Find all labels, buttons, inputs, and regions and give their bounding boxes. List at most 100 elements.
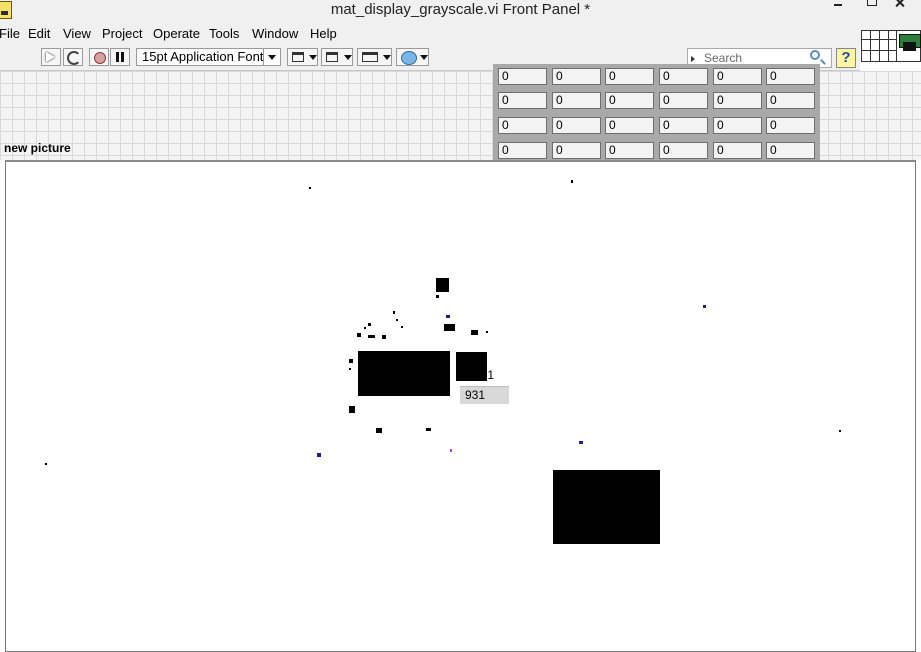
context-help-icon[interactable]: ? (836, 48, 856, 68)
picture-blob (396, 319, 398, 321)
matrix-cell[interactable]: 0 (605, 68, 654, 85)
matrix-cell[interactable]: 0 (659, 68, 708, 85)
title-bar: mat_display_grayscale.vi Front Panel * (0, 0, 921, 22)
chevron-down-icon (383, 55, 391, 60)
picture-blob (382, 335, 386, 339)
picture-blob (376, 428, 382, 433)
run-arrow-icon (46, 52, 55, 62)
matrix-cell[interactable]: 0 (605, 92, 654, 109)
picture-blob (364, 327, 366, 329)
matrix-cell[interactable]: 0 (498, 92, 547, 109)
run-continuously-icon (67, 51, 81, 65)
matrix-cell[interactable]: 0 (605, 117, 654, 134)
matrix-cell[interactable]: 0 (552, 92, 601, 109)
resize-objects-button[interactable] (357, 48, 392, 66)
picture-blob (368, 323, 371, 326)
font-select[interactable]: 15pt Application Font (136, 48, 281, 66)
matrix-cell[interactable]: 0 (713, 68, 762, 85)
chevron-down-icon (268, 55, 276, 60)
matrix-cell[interactable]: 0 (498, 142, 547, 159)
reorder-icon (401, 51, 417, 65)
menu-window[interactable]: Window (252, 26, 298, 41)
matrix-cell[interactable]: 0 (766, 68, 815, 85)
matrix-cell[interactable]: 0 (659, 142, 708, 159)
connector-pane-icon[interactable] (861, 30, 897, 62)
picture-blob (471, 330, 478, 335)
matrix-cell[interactable]: 0 (552, 142, 601, 159)
font-dropdown[interactable] (263, 49, 280, 65)
menu-operate[interactable]: Operate (153, 26, 200, 41)
resize-objects-icon (362, 52, 378, 62)
picture-blob (349, 359, 353, 363)
matrix-cell[interactable]: 0 (605, 142, 654, 159)
picture-blob (45, 463, 47, 465)
search-placeholder: Search (704, 51, 743, 65)
picture-label: new picture (4, 141, 71, 155)
menu-file[interactable]: File (0, 26, 20, 41)
menu-help[interactable]: Help (310, 26, 337, 41)
font-select-value: 15pt Application Font (142, 49, 264, 64)
matrix-cell[interactable]: 0 (766, 117, 815, 134)
picture-blob (358, 351, 450, 396)
indicator-label: ut 1 (474, 368, 495, 382)
matrix-cell[interactable]: 0 (713, 92, 762, 109)
vi-icon[interactable] (896, 30, 921, 62)
chevron-down-icon (420, 55, 428, 60)
picture-blob (444, 324, 455, 331)
picture-blob (703, 305, 706, 308)
maximize-icon[interactable] (864, 0, 878, 10)
matrix-cell[interactable]: 0 (659, 92, 708, 109)
run-continuously-button[interactable] (63, 48, 83, 66)
menu-project[interactable]: Project (102, 26, 142, 41)
distribute-objects-icon (326, 52, 338, 62)
reorder-button[interactable] (396, 48, 429, 66)
picture-blob (349, 406, 355, 413)
pause-icon (116, 52, 124, 62)
matrix-cell[interactable]: 0 (552, 68, 601, 85)
menu-tools[interactable]: Tools (209, 26, 239, 41)
indicator-value[interactable]: 931 (460, 386, 509, 404)
picture-blob (393, 311, 395, 314)
picture-blob (486, 331, 488, 333)
picture-blob (450, 449, 452, 452)
picture-blob (579, 441, 583, 444)
picture-control[interactable] (5, 160, 916, 652)
matrix-cell[interactable]: 0 (498, 68, 547, 85)
menu-view[interactable]: View (63, 26, 91, 41)
pause-button[interactable] (110, 48, 130, 66)
matrix-cell[interactable]: 0 (713, 117, 762, 134)
picture-blob (553, 470, 660, 544)
matrix-cell[interactable]: 0 (713, 142, 762, 159)
matrix-cell[interactable]: 0 (766, 92, 815, 109)
align-objects-button[interactable] (287, 48, 318, 66)
chevron-down-icon (309, 55, 317, 60)
picture-blob (317, 453, 321, 457)
matrix-control: 0 0 0 0 0 0 0 0 0 0 0 0 0 0 0 0 0 0 0 0 … (493, 64, 820, 160)
window-title: mat_display_grayscale.vi Front Panel * (330, 1, 591, 18)
picture-blob (309, 187, 311, 189)
run-button[interactable] (41, 48, 61, 66)
matrix-cell[interactable]: 0 (659, 117, 708, 134)
matrix-cell[interactable]: 0 (766, 142, 815, 159)
picture-blob (839, 430, 841, 432)
picture-blob (426, 428, 431, 431)
minimize-icon[interactable] (830, 0, 844, 10)
menu-edit[interactable]: Edit (28, 26, 50, 41)
picture-blob (436, 278, 449, 292)
distribute-objects-button[interactable] (321, 48, 353, 66)
search-icon[interactable] (810, 50, 820, 60)
picture-blob (446, 315, 450, 318)
chevron-down-icon (344, 55, 352, 60)
picture-blob (349, 368, 351, 370)
matrix-cell[interactable]: 0 (552, 117, 601, 134)
close-icon[interactable] (893, 0, 907, 10)
menu-bar: File Edit View Project Operate Tools Win… (0, 22, 921, 44)
search-scope-icon[interactable] (691, 56, 695, 62)
align-objects-icon (292, 52, 304, 62)
picture-blob (357, 333, 361, 337)
picture-blob (401, 326, 403, 328)
abort-button[interactable] (89, 48, 109, 66)
matrix-cell[interactable]: 0 (498, 117, 547, 134)
picture-blob (368, 335, 375, 338)
abort-stop-icon (94, 52, 106, 64)
